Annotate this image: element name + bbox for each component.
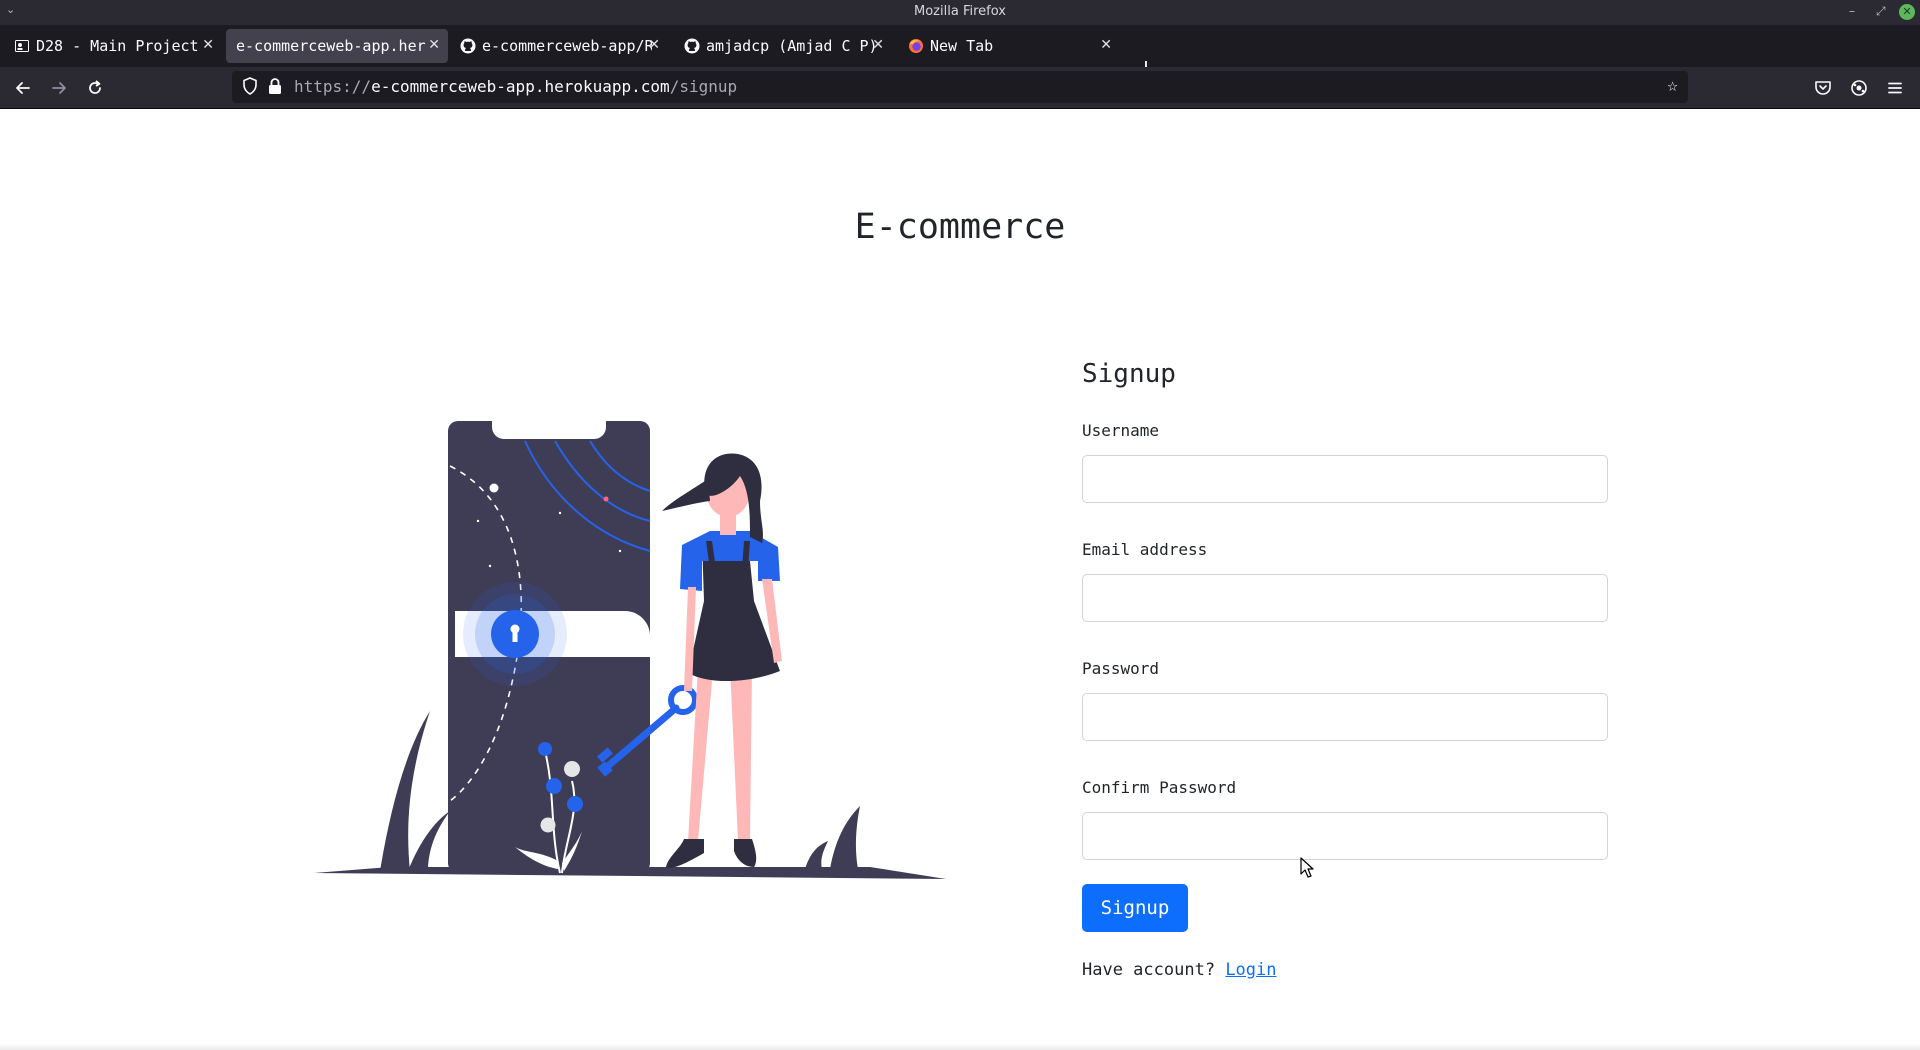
tab-github-amjadcp[interactable]: amjadcp (Amjad C P) ✕ <box>674 29 892 63</box>
lock-icon[interactable] <box>268 77 282 99</box>
tab-close-icon[interactable]: ✕ <box>1100 37 1112 53</box>
contact-card-icon <box>14 38 30 54</box>
navigation-toolbar: https://e-commerceweb-app.herokuapp.com/… <box>0 67 1920 109</box>
signup-illustration <box>314 421 946 879</box>
url-host: e-commerceweb-app.herokuapp.com <box>371 77 670 96</box>
confirm-password-input[interactable] <box>1082 812 1608 860</box>
restore-icon[interactable]: ⤢ <box>1876 4 1886 19</box>
email-input[interactable] <box>1082 574 1608 622</box>
email-field-group: Email address <box>1082 540 1608 622</box>
tab-close-icon[interactable]: ✕ <box>872 37 884 53</box>
firefox-icon <box>908 38 924 54</box>
tab-label: amjadcp (Amjad C P) <box>706 37 878 55</box>
url-path: /signup <box>669 77 738 96</box>
email-label: Email address <box>1082 540 1208 559</box>
form-title: Signup <box>1082 359 1176 389</box>
reload-icon[interactable] <box>82 75 108 101</box>
username-field-group: Username <box>1082 421 1608 503</box>
phone-notch <box>492 421 606 439</box>
account-prompt-line: Have account? Login <box>1082 960 1608 980</box>
pocket-icon[interactable] <box>1814 79 1834 99</box>
password-label: Password <box>1082 659 1160 678</box>
password-field-group: Password <box>1082 659 1608 741</box>
signup-button[interactable]: Signup <box>1082 884 1188 932</box>
grass-right-small <box>805 841 828 869</box>
url-prefix: https:// <box>294 77 372 96</box>
grass-left-small <box>408 811 450 871</box>
tab-new-tab[interactable]: New Tab ✕ <box>898 29 1120 63</box>
window-title: Mozilla Firefox <box>914 4 1006 19</box>
close-window-icon[interactable]: ✕ <box>1899 4 1915 20</box>
tab-label: D28 - Main Project <box>36 37 199 55</box>
tab-github-readme[interactable]: e-commerceweb-app/README ✕ <box>450 29 668 63</box>
page-bottom-edge <box>0 1044 1920 1050</box>
confirm-password-field-group: Confirm Password <box>1082 778 1608 860</box>
forward-icon[interactable] <box>46 75 72 101</box>
window-titlebar: ⌄ Mozilla Firefox – ⤢ ✕ <box>0 0 1920 25</box>
login-link[interactable]: Login <box>1225 960 1276 980</box>
mouse-cursor-icon <box>1300 857 1314 878</box>
web-page: E-commerce Signup Username Email address… <box>0 109 1920 1050</box>
github-icon <box>460 38 476 54</box>
tab-close-icon[interactable]: ✕ <box>428 37 440 53</box>
bookmark-star-icon[interactable]: ☆ <box>1667 75 1678 96</box>
site-title: E-commerce <box>854 207 1066 247</box>
url-bar[interactable]: https://e-commerceweb-app.herokuapp.com/… <box>232 71 1688 103</box>
password-input[interactable] <box>1082 693 1608 741</box>
tab-strip: D28 - Main Project ✕ e-commerceweb-app.h… <box>0 25 1920 80</box>
tab-label: New Tab <box>930 37 994 55</box>
url-text: https://e-commerceweb-app.herokuapp.com/… <box>294 77 737 96</box>
account-prompt-text: Have account? <box>1082 960 1216 980</box>
username-input[interactable] <box>1082 455 1608 503</box>
signup-form: Signup Username Email address Password C… <box>1082 359 1608 980</box>
tab-label: e-commerceweb-app/README <box>482 37 652 55</box>
confirm-password-label: Confirm Password <box>1082 778 1237 797</box>
username-label: Username <box>1082 421 1160 440</box>
back-icon[interactable] <box>10 75 36 101</box>
tracking-shield-icon[interactable] <box>242 77 258 99</box>
tab-label: e-commerceweb-app.herokuapp.com <box>236 37 426 55</box>
extensions-icon[interactable] <box>1850 79 1870 99</box>
github-icon <box>684 38 700 54</box>
tab-close-icon[interactable]: ✕ <box>202 37 214 53</box>
tab-ecommerce-signup[interactable]: e-commerceweb-app.herokuapp.com ✕ <box>226 29 448 63</box>
minimize-icon[interactable]: – <box>1849 4 1855 18</box>
hamburger-menu-icon[interactable] <box>1886 79 1906 99</box>
tab-d28-main-project[interactable]: D28 - Main Project ✕ <box>4 29 222 63</box>
tab-close-icon[interactable]: ✕ <box>648 37 660 53</box>
grass-right <box>830 806 860 869</box>
